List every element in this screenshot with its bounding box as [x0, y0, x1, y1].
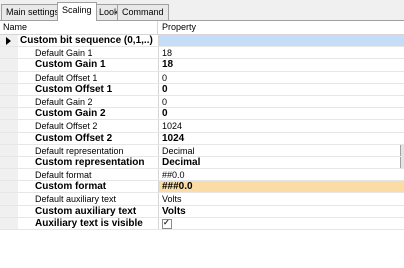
property-name: Custom Gain 2 — [20, 108, 157, 120]
property-name: Default Offset 1 — [20, 71, 157, 83]
property-name: Default auxiliary text — [20, 193, 157, 205]
property-name: Default Offset 2 — [20, 120, 157, 132]
property-row[interactable]: Custom Gain 1 18 — [0, 59, 404, 72]
property-value[interactable]: 0 — [158, 95, 404, 108]
dropdown-button[interactable] — [400, 156, 404, 169]
tab-label: Command — [122, 7, 164, 17]
property-value[interactable] — [158, 35, 404, 47]
property-name: Custom Offset 2 — [20, 132, 157, 144]
property-name: Custom auxiliary text — [20, 205, 157, 217]
row-gutter — [0, 217, 18, 229]
property-name: Default representation — [20, 144, 157, 156]
tab-strip: Main settings Scaling Look Command — [0, 0, 404, 21]
tab-label: Scaling — [62, 5, 92, 15]
property-grid: Custom bit sequence (0,1,..) Default Gain… — [0, 35, 404, 230]
property-row[interactable]: Default representation Decimal — [0, 144, 404, 157]
property-name: Default Gain 1 — [20, 47, 157, 59]
property-value-text: 18 — [162, 59, 174, 71]
property-value-text: 0 — [162, 72, 168, 83]
property-row[interactable]: Custom bit sequence (0,1,..) — [0, 35, 404, 48]
tab-label: Main settings — [6, 7, 60, 17]
row-gutter — [0, 144, 18, 156]
property-value-text: 18 — [162, 48, 173, 59]
column-separator[interactable] — [157, 21, 158, 34]
property-value-text: 1024 — [162, 132, 185, 144]
row-gutter — [0, 193, 18, 205]
column-name-header[interactable]: Name — [3, 22, 27, 32]
property-value[interactable]: 1024 — [158, 120, 404, 132]
property-dropdown[interactable]: Decimal — [158, 156, 404, 169]
property-value[interactable]: 0 — [158, 71, 404, 83]
row-gutter — [0, 71, 18, 83]
row-gutter — [0, 156, 18, 169]
property-value-text: 0 — [162, 83, 168, 95]
property-checkbox-cell[interactable] — [158, 217, 404, 229]
row-gutter — [0, 169, 18, 181]
row-gutter — [0, 120, 18, 132]
row-gutter — [0, 205, 18, 217]
tab-command[interactable]: Command — [117, 4, 169, 20]
property-name: Custom format — [20, 181, 157, 193]
property-name: Custom Offset 1 — [20, 83, 157, 95]
property-row[interactable]: Custom format ###0.0 — [0, 181, 404, 194]
property-value-text: 0 — [162, 108, 168, 120]
property-value-text: 1024 — [162, 121, 183, 132]
visible-checkbox[interactable] — [162, 218, 172, 229]
row-gutter — [0, 83, 18, 95]
column-header: Name Property — [0, 21, 404, 35]
row-selector-arrow-icon — [6, 37, 11, 45]
property-name: Default format — [20, 169, 157, 181]
row-gutter — [0, 59, 18, 71]
property-name: Custom Gain 1 — [20, 59, 157, 71]
property-value-text: Decimal — [162, 145, 195, 156]
property-name: Custom representation — [20, 156, 157, 169]
property-value[interactable]: 0 — [158, 108, 404, 120]
property-value[interactable]: ###0.0 — [158, 181, 404, 193]
property-value[interactable]: ##0.0 — [158, 169, 404, 181]
property-value-text: Volts — [162, 194, 182, 205]
property-value-text: Decimal — [162, 156, 201, 168]
property-name: Default Gain 2 — [20, 95, 157, 108]
row-gutter — [0, 108, 18, 120]
property-value-text: ###0.0 — [162, 181, 193, 193]
property-row[interactable]: Default format ##0.0 — [0, 169, 404, 182]
property-value[interactable]: 18 — [158, 59, 404, 71]
property-row[interactable]: Custom auxiliary text Volts — [0, 205, 404, 218]
row-gutter — [0, 35, 18, 47]
property-row[interactable]: Default Gain 1 18 — [0, 47, 404, 60]
property-grid-panel: Name Property Custom bit sequence (0,1,.… — [0, 21, 404, 268]
tab-scaling[interactable]: Scaling — [57, 2, 97, 21]
property-row[interactable]: Default Gain 2 0 — [0, 95, 404, 109]
property-value[interactable]: Volts — [158, 205, 404, 217]
property-value-text: Volts — [162, 205, 186, 217]
property-value[interactable]: Volts — [158, 193, 404, 205]
row-gutter — [0, 132, 18, 144]
property-value[interactable]: 1024 — [158, 132, 404, 144]
tab-main-settings[interactable]: Main settings — [1, 4, 65, 20]
property-row[interactable]: Default Offset 1 0 — [0, 71, 404, 84]
tab-label: Look — [99, 7, 119, 17]
row-gutter — [0, 95, 18, 108]
column-property-header[interactable]: Property — [162, 22, 196, 32]
property-row[interactable]: Custom Offset 1 0 — [0, 83, 404, 96]
property-row[interactable]: Custom representation Decimal — [0, 156, 404, 170]
row-gutter — [0, 181, 18, 193]
property-value-text: ##0.0 — [162, 170, 185, 181]
property-value-text: 0 — [162, 96, 168, 107]
property-row[interactable]: Custom Offset 2 1024 — [0, 132, 404, 145]
property-name: Auxiliary text is visible — [20, 217, 157, 229]
property-value[interactable]: 18 — [158, 47, 404, 59]
property-row[interactable]: Auxiliary text is visible — [0, 217, 404, 230]
property-row[interactable]: Default Offset 2 1024 — [0, 120, 404, 133]
property-row[interactable]: Custom Gain 2 0 — [0, 108, 404, 121]
row-gutter — [0, 47, 18, 59]
property-name: Custom bit sequence (0,1,..) — [20, 35, 157, 47]
dropdown-button[interactable] — [400, 144, 404, 156]
property-value[interactable]: 0 — [158, 83, 404, 95]
property-dropdown[interactable]: Decimal — [158, 144, 404, 156]
property-row[interactable]: Default auxiliary text Volts — [0, 193, 404, 206]
